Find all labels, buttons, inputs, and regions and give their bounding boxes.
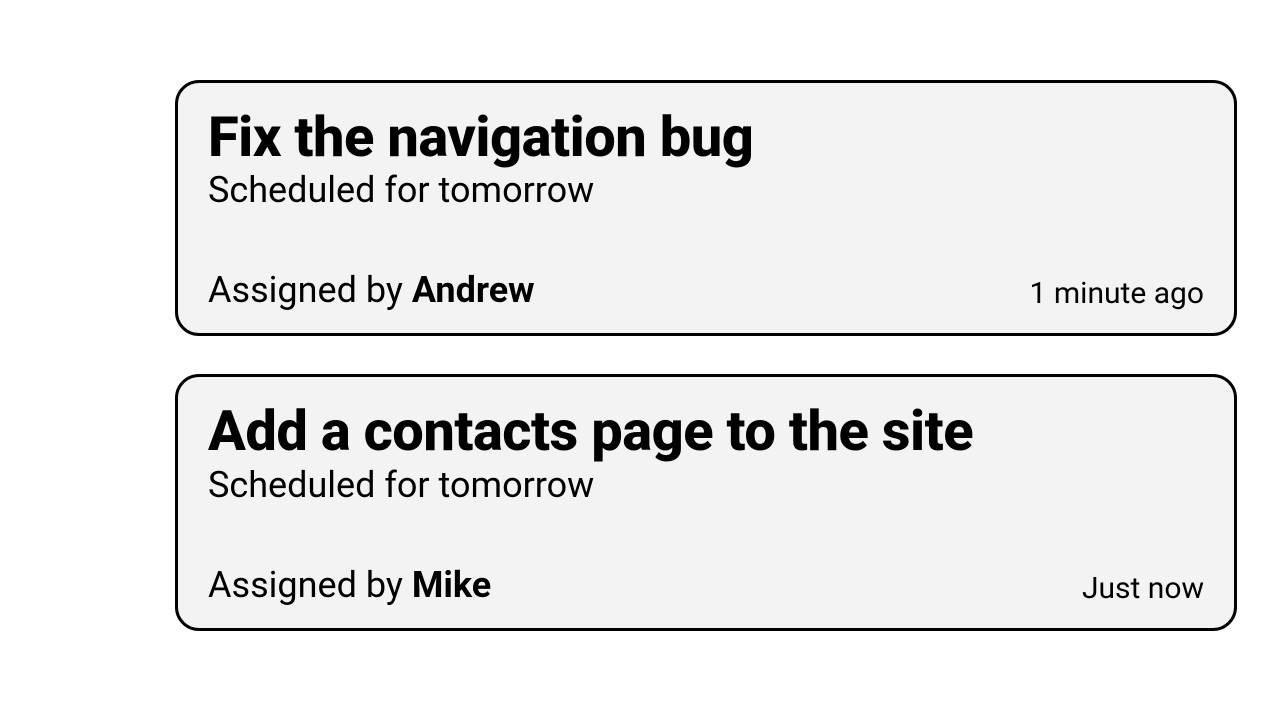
task-footer: Assigned by Andrew 1 minute ago xyxy=(208,269,1204,311)
task-title: Fix the navigation bug xyxy=(208,105,1204,169)
task-timestamp: 1 minute ago xyxy=(1030,276,1204,311)
task-assigner-name: Andrew xyxy=(412,269,535,311)
task-footer: Assigned by Mike Just now xyxy=(208,564,1204,606)
task-card[interactable]: Add a contacts page to the site Schedule… xyxy=(175,374,1237,630)
task-card[interactable]: Fix the navigation bug Scheduled for tom… xyxy=(175,80,1237,336)
task-timestamp: Just now xyxy=(1082,571,1204,606)
task-schedule: Scheduled for tomorrow xyxy=(208,464,1204,506)
task-assigner-name: Mike xyxy=(412,564,491,606)
task-assigned-by: Assigned by Mike xyxy=(208,564,491,606)
task-schedule: Scheduled for tomorrow xyxy=(208,169,1204,211)
task-assigned-by: Assigned by Andrew xyxy=(208,269,535,311)
task-title: Add a contacts page to the site xyxy=(208,399,1204,463)
